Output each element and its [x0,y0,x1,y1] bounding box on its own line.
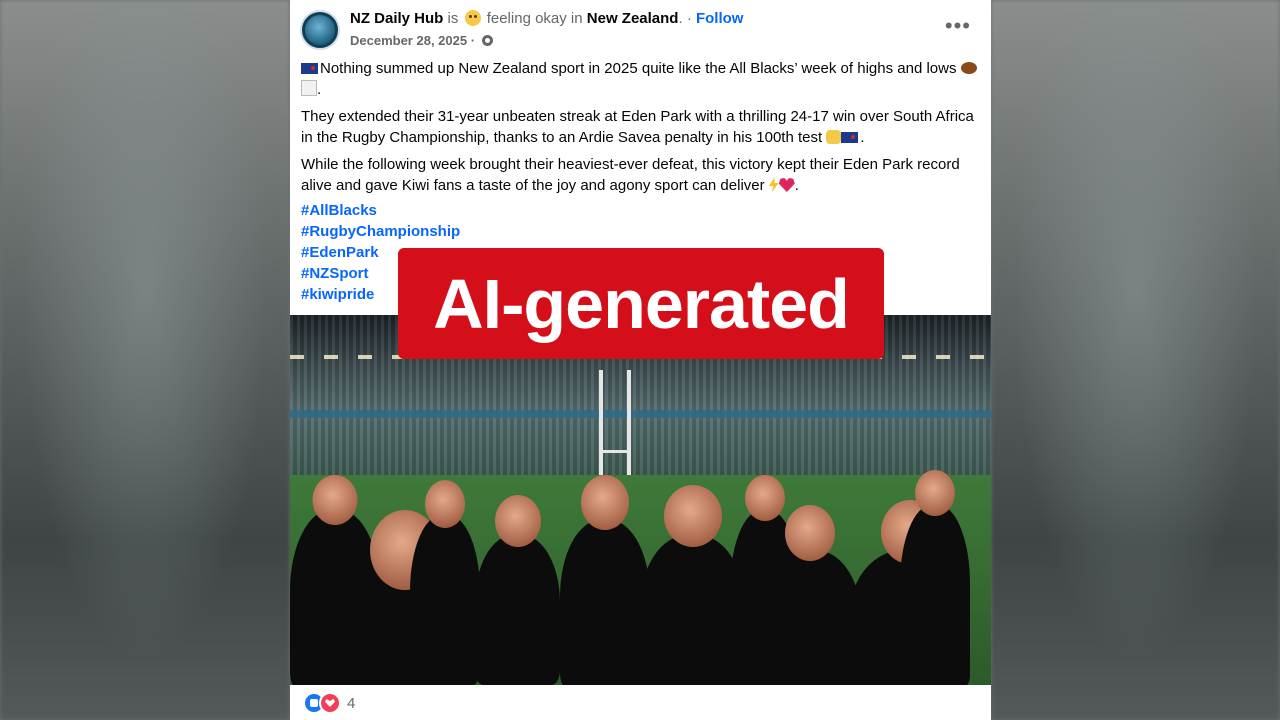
feeling-text: feeling okay in [486,10,583,27]
lightning-icon [768,177,779,192]
player-face [745,475,785,521]
blurred-background-right [991,0,1280,720]
location-link[interactable]: New Zealand [587,10,679,27]
player-face [915,470,955,516]
follow-button[interactable]: Follow [696,10,744,27]
ellipsis-icon[interactable]: ••• [945,15,971,37]
paragraph-3: While the following week brought their h… [301,156,960,194]
player [475,495,560,685]
paragraph-1-text: Nothing summed up New Zealand sport in 2… [320,60,957,77]
player-face [494,495,541,547]
page-name[interactable]: NZ Daily Hub [350,10,443,27]
chart-icon [301,80,317,96]
hashtag-link[interactable]: #AllBlacks [301,200,981,221]
ai-generated-label: AI-generated [398,248,884,359]
player-face [425,480,465,528]
avatar-logo [305,15,335,45]
goal-crossbar [599,450,631,453]
post-meta: December 28, 2025 · [350,33,493,48]
post-date[interactable]: December 28, 2025 [350,33,467,48]
broken-heart-icon [778,178,795,192]
player [560,475,650,685]
paragraph-1: Nothing summed up New Zealand sport in 2… [301,58,981,100]
paragraph-3-text: While the following week brought their h… [301,156,960,194]
avatar[interactable] [300,10,340,50]
nz-flag-icon [841,132,859,143]
paragraph-2: They extended their 31-year unbeaten str… [301,108,974,146]
gear-icon [481,35,493,46]
facebook-post: NZ Daily Hub is feeling okay in New Zeal… [290,0,991,720]
advertising-board [290,410,991,418]
player [410,480,480,685]
love-reaction-icon [319,692,341,714]
paragraph-2-text: They extended their 31-year unbeaten str… [301,108,974,146]
header-line: NZ Daily Hub is feeling okay in New Zeal… [350,10,744,27]
reaction-count: 4 [347,694,356,712]
ai-generated-text: AI-generated [433,264,850,343]
player-face [785,505,835,561]
raised-hands-icon [826,130,842,144]
post-photo[interactable] [290,315,991,685]
is-text: is [447,10,459,27]
player-face [663,485,722,547]
player-face [312,475,358,525]
feeling-emoji-icon [464,10,481,26]
nz-flag-icon [301,63,318,74]
blurred-background-left [0,0,290,720]
post-header: NZ Daily Hub is feeling okay in New Zeal… [300,8,981,52]
player-face [581,475,629,530]
hashtag-link[interactable]: #RugbyChampionship [301,221,981,242]
reaction-summary[interactable]: 4 [303,692,356,714]
player [900,470,970,680]
players-group [290,455,991,685]
player [760,505,860,685]
rugby-ball-icon [960,62,977,74]
